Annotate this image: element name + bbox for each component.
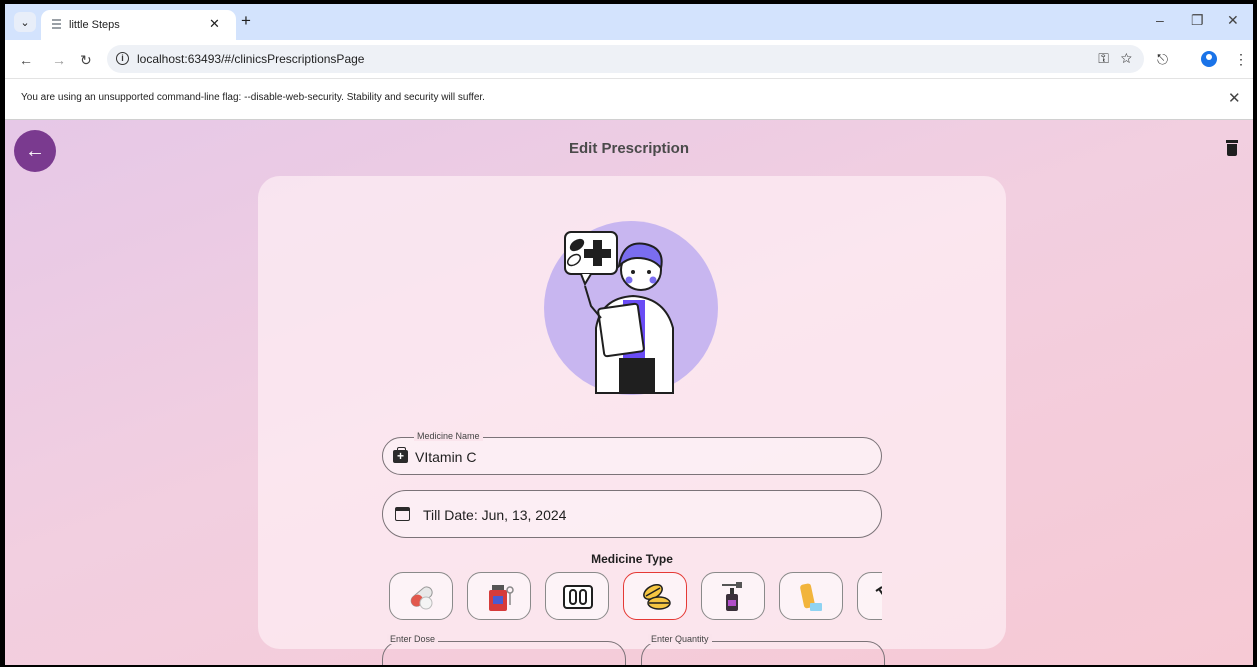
bookmark-star-icon[interactable]: ☆ [1121,50,1132,66]
medicine-type-ampoules[interactable] [545,572,609,620]
inhaler-icon [800,583,822,611]
address-bar[interactable]: i localhost:63493/#/clinicsPrescriptions… [107,45,1144,73]
capsules-icon [410,586,433,610]
tab-close-icon[interactable]: ✕ [209,16,220,32]
browser-menu-icon[interactable]: ⋮ [1234,51,1248,68]
browser-tab[interactable]: little Steps ✕ [41,10,236,40]
tablets-icon [643,584,671,610]
quantity-label: Enter Quantity [648,634,712,644]
medical-kit-icon [393,447,408,463]
browser-window: ⌄ little Steps ✕ + – ❐ ✕ ← → ↻ i localho… [5,4,1253,665]
window-close-icon[interactable]: ✕ [1227,12,1239,29]
medicine-type-syringe[interactable] [857,572,882,620]
tab-title: little Steps [69,19,120,31]
tab-favicon-icon [52,19,61,29]
dose-field[interactable]: Enter Dose [382,634,626,665]
till-date-value: Till Date: Jun, 13, 2024 [423,507,567,523]
medicine-type-title: Medicine Type [591,552,673,566]
medicine-name-value: VItamin C [415,449,477,465]
back-nav-icon[interactable]: ← [19,52,33,68]
syringe-icon [875,586,882,596]
medicine-type-capsules[interactable] [389,572,453,620]
tab-search-chevron-icon[interactable]: ⌄ [14,12,36,32]
syrup-bottle-icon [489,585,514,611]
calendar-icon [395,507,410,521]
tab-bar: ⌄ little Steps ✕ + – ❐ ✕ [5,4,1253,40]
app-viewport: ← Edit Prescription Medicine Name + VIta… [5,120,1253,665]
medicine-type-dropper[interactable] [701,572,765,620]
dose-label: Enter Dose [387,634,439,644]
infobar-text: You are using an unsupported command-lin… [21,92,485,103]
extensions-icon[interactable]: ⎋ [1157,51,1168,68]
till-date-field[interactable]: Till Date: Jun, 13, 2024 [382,490,882,538]
quantity-field[interactable]: Enter Quantity [641,634,885,665]
ampoules-icon [563,585,593,609]
url-text: localhost:63493/#/clinicsPrescriptionsPa… [137,52,365,66]
minimize-icon[interactable]: – [1156,12,1164,28]
medicine-type-inhaler[interactable] [779,572,843,620]
medicine-name-field[interactable]: Medicine Name VItamin C [382,431,882,475]
medicine-type-list [389,572,882,622]
profile-avatar-icon[interactable] [1201,51,1217,67]
reload-icon[interactable]: ↻ [80,52,92,69]
medicine-type-tablets[interactable] [623,572,687,620]
delete-trash-icon[interactable] [1226,140,1238,156]
password-key-icon[interactable]: ⚿ [1098,50,1109,66]
medicine-type-syrup[interactable] [467,572,531,620]
new-tab-icon[interactable]: + [241,11,251,31]
omnibox-actions: ⚿ ☆ [1098,50,1132,67]
doctor-illustration [544,221,718,395]
medicine-name-label: Medicine Name [414,431,483,441]
warning-infobar: You are using an unsupported command-lin… [5,78,1253,120]
restore-icon[interactable]: ❐ [1191,12,1204,29]
forward-nav-icon[interactable]: → [52,52,66,68]
browser-toolbar: ← → ↻ i localhost:63493/#/clinicsPrescri… [5,40,1253,78]
site-info-icon[interactable]: i [116,52,129,65]
page-title: Edit Prescription [568,140,690,157]
infobar-close-icon[interactable]: ✕ [1228,89,1241,107]
dropper-bottle-icon [722,582,742,611]
